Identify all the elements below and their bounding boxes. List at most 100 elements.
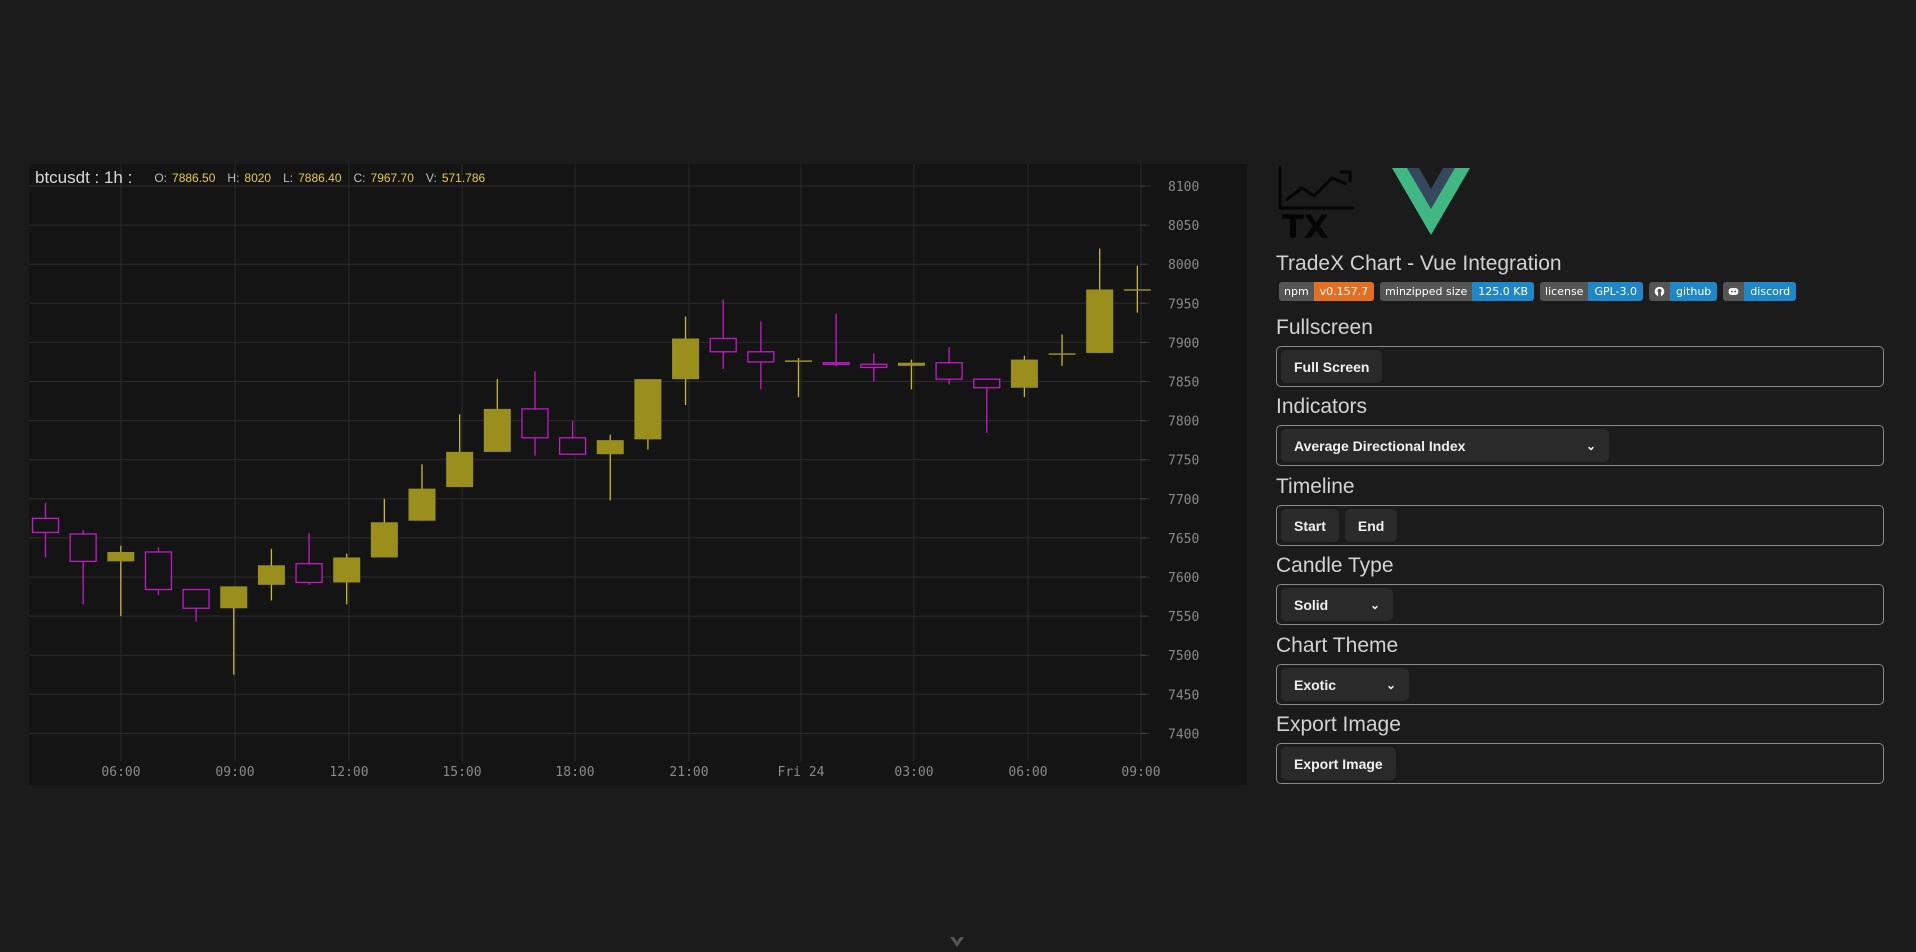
candle-body — [973, 378, 1001, 389]
legend-open-value: 7886.50 — [172, 171, 216, 185]
badge-value: GPL-3.0 — [1588, 282, 1644, 301]
candle-body — [672, 338, 700, 380]
candle-body — [822, 362, 850, 365]
chart-symbol: btcusdt : 1h : — [35, 168, 133, 187]
y-tick-label: 7450 — [1168, 688, 1199, 703]
candle-type-select[interactable]: Solid ⌄ — [1281, 588, 1393, 621]
section-heading: Indicators — [1276, 395, 1368, 418]
candle-type-section: Candle Type Solid ⌄ — [1276, 552, 1886, 625]
x-tick-label: 15:00 — [442, 765, 481, 780]
chart-theme-section: Chart Theme Exotic ⌄ — [1276, 632, 1886, 705]
x-tick-label: 03:00 — [894, 765, 933, 780]
legend-open-label: O: — [154, 171, 168, 185]
candle-body — [860, 363, 888, 369]
badge-label: minzipped size — [1380, 282, 1473, 301]
y-tick-label: 7900 — [1168, 336, 1199, 351]
badge-label: npm — [1279, 282, 1314, 301]
badge-value: 125.0 KB — [1472, 282, 1535, 301]
y-tick-label: 7500 — [1168, 649, 1199, 664]
badge-value: github — [1670, 282, 1718, 301]
candle-body — [295, 563, 323, 584]
scroll-down-icon[interactable] — [949, 936, 965, 948]
logos: TX — [1276, 164, 1886, 242]
discord-icon — [1728, 288, 1739, 295]
chevron-down-icon: ⌄ — [1385, 677, 1396, 692]
end-button[interactable]: End — [1344, 509, 1398, 542]
candle-body — [634, 379, 662, 440]
export-image-box: Export Image — [1276, 743, 1884, 784]
candle-body — [31, 517, 60, 534]
indicators-box: Average Directional Index ⌄ — [1276, 425, 1884, 466]
candle-body — [483, 408, 511, 452]
candle-body — [785, 360, 812, 362]
badge-value: v0.157.7 — [1313, 282, 1375, 301]
badge-row: npm v0.157.7 minzipped size 125.0 KB lic… — [1279, 282, 1797, 301]
chart-legend: btcusdt : 1h : O: 7886.50 H: 8020 L: 788… — [35, 168, 497, 188]
section-heading: Candle Type — [1276, 554, 1394, 577]
y-tick-label: 8100 — [1168, 180, 1199, 195]
candle-body — [370, 522, 398, 558]
export-image-button[interactable]: Export Image — [1281, 747, 1396, 780]
candle-body — [144, 551, 173, 591]
candle-body — [69, 533, 97, 563]
legend-volume-value: 571.786 — [441, 171, 486, 185]
legend-volume-label: V: — [425, 171, 437, 185]
fullscreen-box: Full Screen — [1276, 346, 1884, 387]
candle-body — [220, 586, 248, 609]
candle-body — [935, 362, 963, 380]
chart-canvas[interactable]: 8100 8050 8000 7950 7900 7850 7800 7750 7700 7650… — [29, 164, 1247, 785]
y-tick-label: 7600 — [1168, 571, 1199, 586]
license-badge[interactable]: license GPL-3.0 — [1540, 282, 1644, 301]
badge-value: discord — [1744, 282, 1797, 301]
app-title: TradeX Chart - Vue Integration — [1276, 252, 1562, 275]
x-tick-label: 09:00 — [215, 765, 254, 780]
badge-label: license — [1540, 282, 1589, 301]
chart-theme-select[interactable]: Exotic ⌄ — [1281, 668, 1409, 701]
legend-high-value: 8020 — [244, 171, 272, 185]
chevron-down-icon: ⌄ — [1369, 597, 1380, 612]
x-tick-label: 06:00 — [1008, 765, 1047, 780]
timeline-box: Start End — [1276, 505, 1884, 546]
candle-body — [709, 337, 737, 353]
discord-badge[interactable]: discord — [1723, 282, 1797, 301]
candle-body — [747, 351, 775, 363]
section-heading: Timeline — [1276, 475, 1355, 498]
candle-body — [1123, 289, 1151, 291]
select-value: Solid — [1294, 596, 1329, 613]
controls-panel: TX TradeX Chart - Vue Integration npm v0… — [1276, 164, 1886, 784]
candle-body — [257, 565, 285, 585]
chart-theme-box: Exotic ⌄ — [1276, 664, 1884, 705]
candle-body — [596, 440, 624, 455]
minzipped-size-badge[interactable]: minzipped size 125.0 KB — [1380, 282, 1535, 301]
candle-body — [446, 451, 474, 488]
candlestick-chart[interactable]: 8100 8050 8000 7950 7900 7850 7800 7750 7700 7650… — [29, 164, 1247, 785]
badge-label — [1649, 282, 1671, 301]
section-heading: Fullscreen — [1276, 316, 1373, 339]
x-tick-label: Fri 24 — [778, 765, 825, 780]
badge-label — [1723, 282, 1745, 301]
candle-body — [558, 437, 587, 455]
legend-close-value: 7967.70 — [370, 171, 414, 185]
legend-high-label: H: — [227, 171, 240, 185]
legend-low-label: L: — [283, 171, 294, 185]
section-heading: Export Image — [1276, 713, 1401, 736]
y-tick-label: 7750 — [1168, 454, 1199, 469]
candle-body — [333, 557, 361, 583]
y-tick-label: 7700 — [1168, 493, 1199, 508]
export-image-section: Export Image Export Image — [1276, 711, 1886, 784]
y-tick-label: 7850 — [1168, 376, 1199, 391]
candle-type-box: Solid ⌄ — [1276, 584, 1884, 625]
npm-version-badge[interactable]: npm v0.157.7 — [1279, 282, 1375, 301]
github-badge[interactable]: github — [1649, 282, 1718, 301]
x-tick-label: 12:00 — [329, 765, 368, 780]
indicators-section: Indicators Average Directional Index ⌄ — [1276, 393, 1886, 466]
full-screen-button[interactable]: Full Screen — [1281, 350, 1383, 383]
start-button[interactable]: Start — [1281, 509, 1339, 542]
fullscreen-section: Fullscreen Full Screen — [1276, 314, 1886, 387]
tradex-logo: TX — [1278, 166, 1354, 240]
candle-body — [1048, 353, 1076, 355]
indicators-select[interactable]: Average Directional Index ⌄ — [1281, 429, 1609, 462]
y-tick-label: 7800 — [1168, 415, 1199, 430]
x-tick-label: 06:00 — [101, 765, 140, 780]
legend-close-label: C: — [353, 171, 366, 185]
